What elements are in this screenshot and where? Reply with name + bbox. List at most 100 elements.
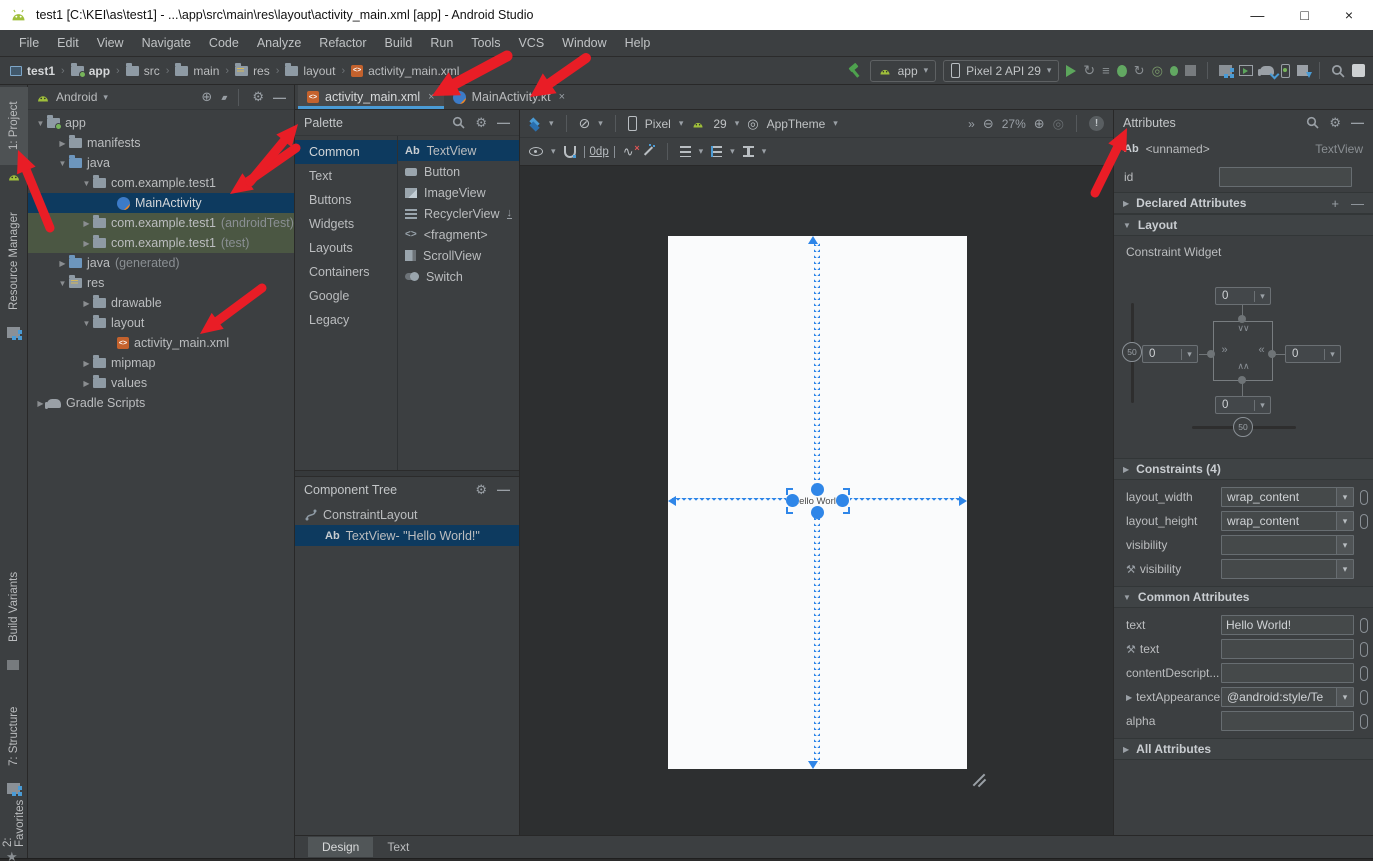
add-attribute-icon[interactable]: + — [1331, 196, 1339, 211]
design-canvas[interactable]: Hello World! — [520, 165, 1113, 835]
menu-tools[interactable]: Tools — [462, 32, 509, 54]
section-layout[interactable]: ▼ Layout — [1114, 214, 1373, 236]
tree-item-mipmap[interactable]: ▶mipmap — [28, 353, 294, 373]
hide-panel-icon[interactable]: — — [497, 115, 510, 130]
zoom-to-fit-icon[interactable]: ◎ — [1053, 116, 1064, 132]
tree-item-gradle-scripts[interactable]: ▶Gradle Scripts — [28, 393, 294, 413]
resource-picker-icon[interactable] — [1360, 690, 1368, 705]
search-icon[interactable] — [1331, 64, 1345, 78]
palette-item-recyclerview[interactable]: RecyclerView↓ — [398, 203, 519, 224]
default-margin-selector[interactable]: 0dp — [584, 146, 615, 158]
project-view-selector[interactable]: Android — [56, 90, 97, 104]
zoom-in-icon[interactable]: ⊕ — [1034, 116, 1045, 132]
close-icon[interactable]: × — [428, 91, 434, 103]
breadcrumb-src[interactable]: src — [124, 64, 162, 78]
gradle-sync-icon[interactable] — [1260, 66, 1274, 75]
menu-build[interactable]: Build — [376, 32, 422, 54]
device-artboard[interactable]: Hello World! — [668, 236, 967, 769]
tree-item-drawable[interactable]: ▶drawable — [28, 293, 294, 313]
menu-file[interactable]: File — [10, 32, 48, 54]
section-constraints[interactable]: ▶ Constraints (4) — [1114, 458, 1373, 480]
chevron-right-icon[interactable]: ▶ — [80, 239, 93, 248]
tree-item-java[interactable]: ▼java — [28, 153, 294, 173]
section-common-attributes[interactable]: ▼ Common Attributes — [1114, 586, 1373, 608]
api-version-selector[interactable]: 29 — [713, 117, 726, 131]
horizontal-bias-knob[interactable]: 50 — [1233, 417, 1253, 437]
id-field[interactable] — [1219, 167, 1352, 187]
palette-category-layouts[interactable]: Layouts — [295, 236, 397, 260]
text-field[interactable] — [1221, 615, 1354, 635]
download-icon[interactable]: ↓ — [507, 208, 513, 219]
close-icon[interactable]: × — [559, 91, 565, 103]
pack-icon[interactable] — [680, 146, 691, 157]
palette-category-buttons[interactable]: Buttons — [295, 188, 397, 212]
project-structure-icon[interactable] — [1219, 65, 1232, 76]
constraint-handle-right[interactable] — [836, 494, 849, 507]
minimize-button[interactable]: — — [1250, 7, 1264, 23]
clear-constraints-icon[interactable]: ∿× — [623, 144, 634, 160]
alpha-field[interactable] — [1221, 711, 1354, 731]
breadcrumb-layout[interactable]: layout — [283, 64, 337, 78]
palette-item-textview[interactable]: AbTextView — [398, 140, 519, 161]
hide-panel-icon[interactable]: — — [497, 482, 510, 497]
palette-category-legacy[interactable]: Legacy — [295, 308, 397, 332]
breadcrumb-app[interactable]: app — [69, 64, 112, 78]
gear-icon[interactable]: ⚙ — [252, 89, 264, 105]
build-hammer-icon[interactable] — [848, 63, 863, 78]
vertical-bias-knob[interactable]: 50 — [1122, 342, 1142, 362]
profiler-icon[interactable]: ◎ — [1152, 63, 1163, 79]
palette-category-text[interactable]: Text — [295, 164, 397, 188]
device-in-editor-selector[interactable]: Pixel — [645, 117, 671, 131]
orientation-icon[interactable]: ⊘ — [579, 115, 591, 132]
palette-item-button[interactable]: Button — [398, 161, 519, 182]
constraint-handle-left[interactable] — [786, 494, 799, 507]
constraint-handle-top[interactable] — [811, 483, 824, 496]
chevron-right-icon[interactable]: ▶ — [56, 139, 69, 148]
layout-height-dropdown[interactable]: wrap_content▾ — [1221, 511, 1354, 531]
autoconnect-magnet-icon[interactable] — [564, 146, 576, 158]
tool-window-resource-manager[interactable]: Resource Manager — [0, 201, 28, 321]
palette-category-common[interactable]: Common — [295, 140, 397, 164]
resource-picker-icon[interactable] — [1360, 490, 1368, 505]
menu-refactor[interactable]: Refactor — [310, 32, 375, 54]
chevron-right-icon[interactable]: ▶ — [56, 259, 69, 268]
margin-right-dropdown[interactable]: 0▾ — [1285, 345, 1341, 363]
constraint-anchor-top[interactable] — [1238, 315, 1246, 323]
menu-analyze[interactable]: Analyze — [248, 32, 310, 54]
rerun-icon[interactable]: ↻ — [1083, 62, 1095, 79]
chevron-down-icon[interactable]: ▼ — [56, 279, 69, 288]
resource-picker-icon[interactable] — [1360, 514, 1368, 529]
gear-icon[interactable]: ⚙ — [475, 482, 487, 498]
tool-window-favorites[interactable]: 2: Favorites — [0, 787, 28, 847]
visibility-dropdown[interactable]: ▾ — [1221, 535, 1354, 555]
breadcrumb-test1[interactable]: test1 — [8, 64, 57, 78]
breadcrumb-main[interactable]: main — [173, 64, 221, 78]
tool-window-build-variants[interactable]: Build Variants — [0, 560, 28, 654]
search-icon[interactable] — [452, 116, 465, 129]
palette-item-scrollview[interactable]: ScrollView — [398, 245, 519, 266]
tree-item-activity-main-xml[interactable]: activity_main.xml — [28, 333, 294, 353]
constraint-anchor-left[interactable] — [1207, 350, 1215, 358]
canvas-resize-handle[interactable] — [969, 771, 987, 789]
tool-window-project[interactable]: 1: Project — [0, 87, 28, 165]
debug-icon[interactable] — [1117, 65, 1127, 77]
layout-width-dropdown[interactable]: wrap_content▾ — [1221, 487, 1354, 507]
chevron-down-icon[interactable]: ▼ — [34, 119, 47, 128]
tree-item-mainactivity[interactable]: MainActivity — [28, 193, 294, 213]
breadcrumb-activity-main[interactable]: activity_main.xml — [349, 64, 461, 78]
guidelines-icon[interactable] — [743, 146, 754, 157]
view-options-icon[interactable] — [529, 147, 543, 156]
palette-item-fragment[interactable]: <><fragment> — [398, 224, 519, 245]
tree-item-java-generated[interactable]: ▶java(generated) — [28, 253, 294, 273]
margin-bottom-dropdown[interactable]: 0▾ — [1215, 396, 1271, 414]
palette-category-google[interactable]: Google — [295, 284, 397, 308]
menu-view[interactable]: View — [88, 32, 133, 54]
attach-profiler-icon[interactable] — [1170, 66, 1178, 76]
resource-picker-icon[interactable] — [1360, 618, 1368, 633]
breadcrumb-res[interactable]: res — [233, 64, 272, 78]
run-config-selector[interactable]: app ▾ — [870, 60, 937, 82]
constraint-anchor-bottom[interactable] — [1238, 376, 1246, 384]
run-button[interactable] — [1066, 65, 1076, 77]
resource-picker-icon[interactable] — [1360, 714, 1368, 729]
panel-splitter[interactable] — [295, 470, 519, 477]
